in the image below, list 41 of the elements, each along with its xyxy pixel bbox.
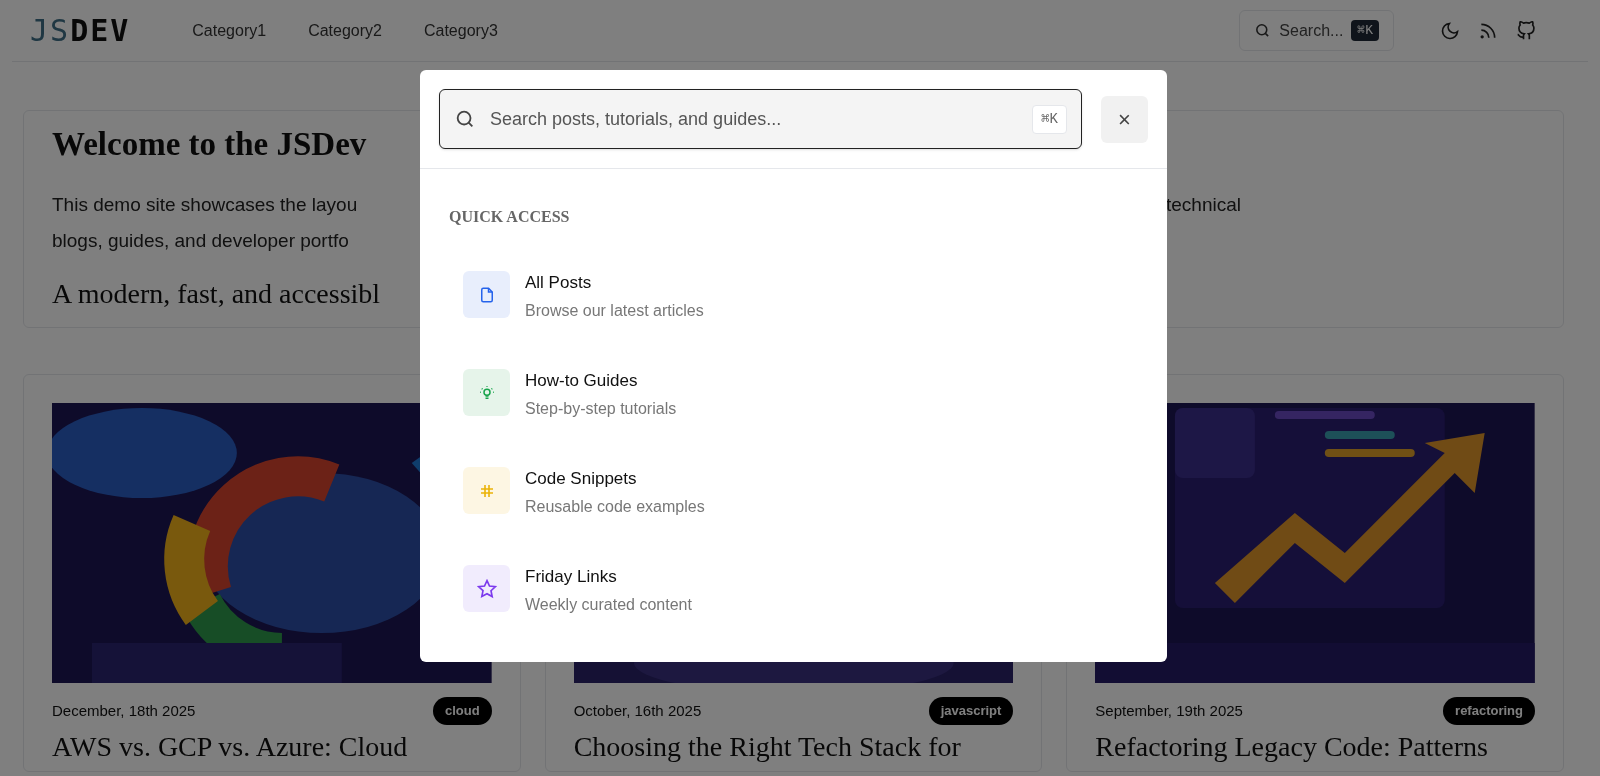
search-icon xyxy=(1254,22,1272,39)
search-bar[interactable]: Search posts, tutorials, and guides... ⌘K xyxy=(439,89,1082,149)
paragraph-line: technical xyxy=(1166,193,1241,217)
tag-badge[interactable]: javascript xyxy=(928,697,1014,725)
search-icon xyxy=(454,108,476,130)
tag-badge[interactable]: refactoring xyxy=(1443,697,1535,725)
item-description: Step-by-step tutorials xyxy=(525,399,677,419)
nav-link[interactable]: Category2 xyxy=(308,18,382,43)
search-input[interactable]: Search posts, tutorials, and guides... xyxy=(490,105,1033,133)
post-date: October, 16th 2025 xyxy=(573,700,702,721)
hash-icon xyxy=(478,482,495,499)
post-title[interactable]: Choosing the Right Tech Stack for xyxy=(573,730,961,763)
shortcut-badge: ⌘K xyxy=(1351,19,1379,42)
section-heading: QUICK ACCESS xyxy=(449,207,570,227)
paragraph-line: This demo site showcases the layou xyxy=(52,193,358,217)
nav-link[interactable]: Category1 xyxy=(192,18,267,43)
hero-title: Welcome to the JSDev xyxy=(52,125,367,164)
tag-badge[interactable]: cloud xyxy=(433,697,492,725)
item-description: Weekly curated content xyxy=(525,595,692,615)
moon-icon[interactable] xyxy=(1440,20,1460,41)
nav-link[interactable]: Category3 xyxy=(423,18,498,43)
close-button[interactable]: × xyxy=(1101,95,1148,143)
logo[interactable]: JSDEV xyxy=(30,15,131,46)
post-date: September, 19th 2025 xyxy=(1095,700,1243,721)
item-title: All Posts xyxy=(525,272,592,294)
hero-tagline: A modern, fast, and accessibl xyxy=(52,277,381,311)
star-icon xyxy=(476,578,497,599)
post-title[interactable]: Refactoring Legacy Code: Patterns xyxy=(1095,730,1488,763)
cat-icon[interactable] xyxy=(1516,20,1536,41)
post-date: December, 18th 2025 xyxy=(52,700,196,721)
lightbulb-icon xyxy=(477,383,496,402)
shortcut-badge: ⌘K xyxy=(1032,104,1067,134)
item-title: Code Snippets xyxy=(525,468,637,490)
item-title: Friday Links xyxy=(525,566,617,588)
post-title[interactable]: AWS vs. GCP vs. Azure: Cloud xyxy=(52,730,408,763)
item-description: Browse our latest articles xyxy=(525,301,704,321)
quick-access-item[interactable]: All Posts Browse our latest articles xyxy=(444,267,1143,327)
search-button[interactable]: Search... ⌘K xyxy=(1239,10,1394,51)
item-description: Reusable code examples xyxy=(525,497,705,517)
item-title: How-to Guides xyxy=(525,370,638,392)
paragraph-line: blogs, guides, and developer portfo xyxy=(52,229,349,253)
